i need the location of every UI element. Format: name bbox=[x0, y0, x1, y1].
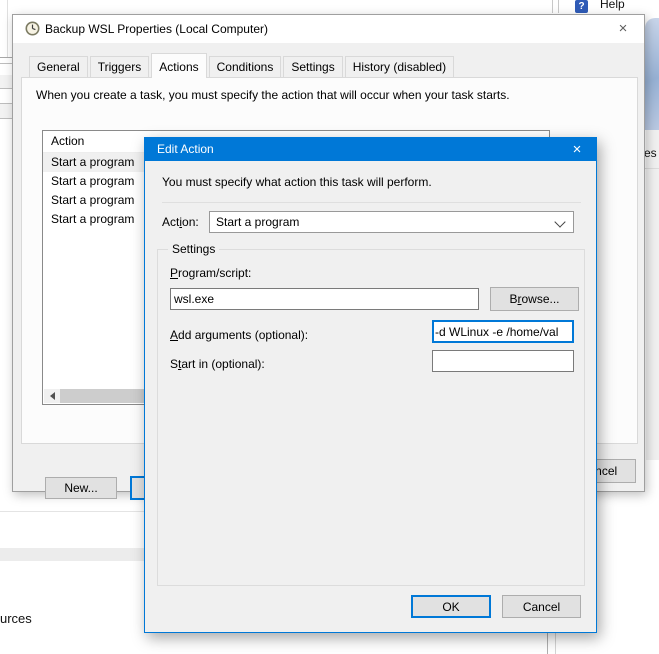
action-type-value: Start a program bbox=[216, 215, 299, 229]
background-text-fragment: urces bbox=[0, 611, 32, 626]
background-row-line bbox=[0, 511, 144, 512]
tab-triggers[interactable]: Triggers bbox=[90, 56, 150, 77]
separator-line bbox=[162, 202, 581, 203]
scroll-left-icon bbox=[50, 392, 55, 400]
actions-intro-text: When you create a task, you must specify… bbox=[36, 88, 616, 102]
background-text-fragment: es bbox=[644, 146, 657, 160]
cancel-button[interactable]: Cancel bbox=[502, 595, 581, 618]
tab-actions[interactable]: Actions bbox=[151, 53, 206, 78]
close-icon[interactable]: × bbox=[562, 138, 592, 161]
start-in-label: Start in (optional): bbox=[170, 357, 265, 371]
new-action-button[interactable]: New... bbox=[45, 477, 117, 499]
edit-action-instruction: You must specify what action this task w… bbox=[162, 175, 432, 189]
task-clock-icon bbox=[25, 21, 40, 36]
background-scrollbar-line bbox=[555, 633, 556, 654]
background-panel-strip bbox=[646, 130, 659, 460]
background-row-line bbox=[0, 118, 12, 119]
help-icon[interactable]: ? bbox=[575, 0, 588, 13]
background-row-line bbox=[0, 88, 12, 89]
background-row-band bbox=[0, 75, 12, 88]
add-arguments-label: Add arguments (optional): bbox=[170, 328, 308, 342]
background-row-line bbox=[0, 63, 12, 64]
edit-action-dialog: Edit Action × You must specify what acti… bbox=[144, 137, 597, 633]
dialog-title: Edit Action bbox=[157, 142, 214, 156]
background-toolbar: ? Help bbox=[0, 0, 659, 14]
tab-general[interactable]: General bbox=[29, 56, 88, 77]
action-type-dropdown[interactable]: Start a program bbox=[209, 211, 574, 233]
browse-button[interactable]: Browse... bbox=[490, 287, 579, 311]
action-label: Action: bbox=[162, 215, 199, 229]
ok-button[interactable]: OK bbox=[411, 595, 491, 618]
tab-strip: General Triggers Actions Conditions Sett… bbox=[29, 56, 456, 77]
toolbar-separator bbox=[552, 0, 553, 13]
background-row-line bbox=[0, 103, 12, 104]
edit-action-titlebar[interactable]: Edit Action × bbox=[145, 138, 596, 161]
properties-titlebar[interactable]: Backup WSL Properties (Local Computer) × bbox=[13, 15, 644, 43]
settings-group-label: Settings bbox=[168, 242, 219, 256]
program-script-label: Program/script: bbox=[170, 266, 251, 280]
background-divider bbox=[7, 0, 8, 57]
help-menu-label[interactable]: Help bbox=[600, 0, 625, 11]
background-row-line bbox=[0, 57, 12, 58]
start-in-input[interactable] bbox=[432, 350, 574, 372]
background-row-band bbox=[0, 103, 12, 118]
tab-settings[interactable]: Settings bbox=[283, 56, 342, 77]
program-script-input[interactable] bbox=[170, 288, 479, 310]
toolbar-separator bbox=[558, 0, 559, 13]
add-arguments-input[interactable] bbox=[432, 320, 574, 343]
close-icon[interactable]: × bbox=[608, 18, 638, 40]
tab-history[interactable]: History (disabled) bbox=[345, 56, 454, 77]
chevron-down-icon bbox=[554, 216, 565, 227]
background-decoration bbox=[645, 18, 659, 130]
settings-group: Settings Program/script: Browse... Add a… bbox=[157, 249, 585, 586]
tab-conditions[interactable]: Conditions bbox=[209, 56, 282, 77]
dialog-title: Backup WSL Properties (Local Computer) bbox=[45, 22, 268, 36]
scroll-left-button[interactable] bbox=[44, 389, 60, 403]
background-scrollbar-line bbox=[547, 633, 548, 654]
background-row-band bbox=[0, 548, 144, 561]
